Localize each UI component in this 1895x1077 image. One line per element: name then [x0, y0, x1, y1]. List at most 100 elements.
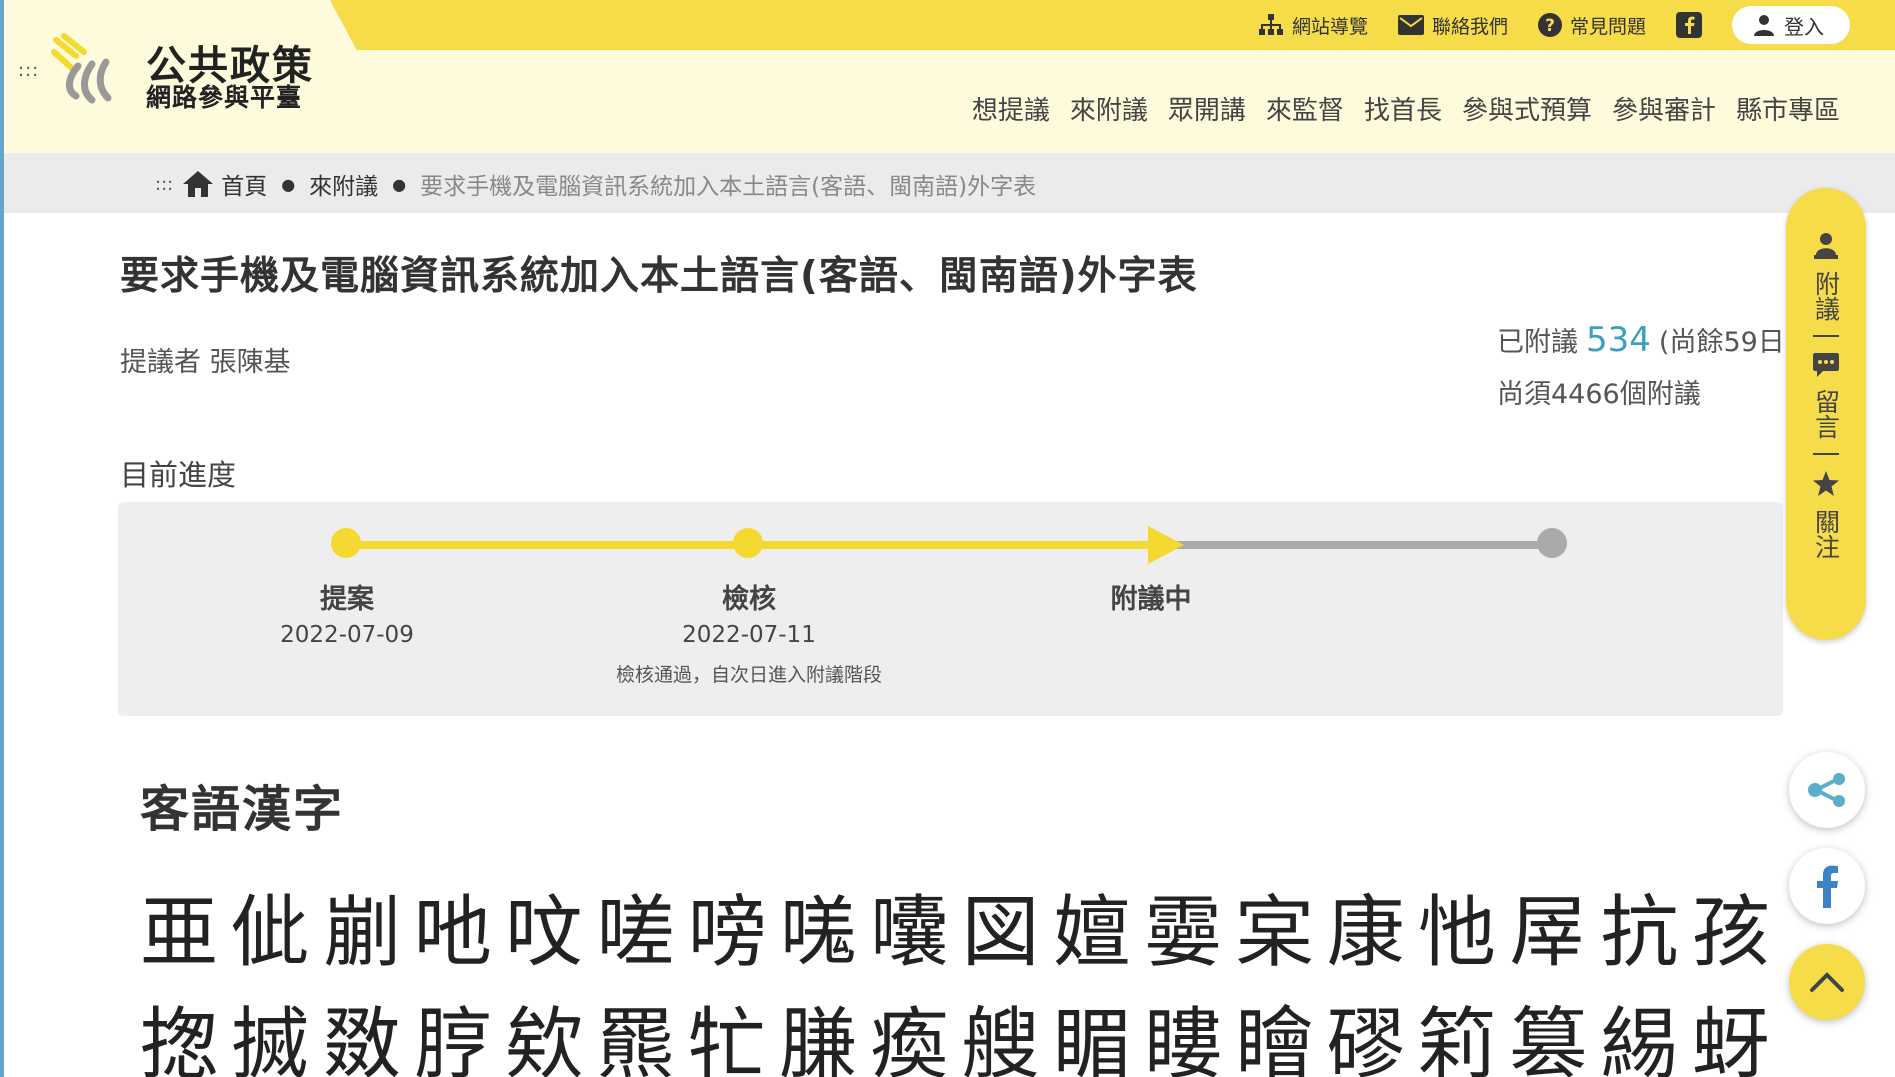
hakka-character: 敪 — [322, 1000, 401, 1077]
hakka-character: 孁 — [1144, 888, 1223, 978]
svg-text:?: ? — [1545, 16, 1555, 36]
hakka-character: 篡 — [1509, 1000, 1588, 1077]
question-icon: ? — [1537, 13, 1562, 37]
facebook-icon — [1817, 865, 1838, 908]
hakka-character: 睸 — [1052, 1000, 1131, 1077]
menu-toggle[interactable]: ::: — [18, 60, 39, 81]
faq-link[interactable]: ? 常見問題 — [1537, 12, 1646, 39]
star-icon — [1813, 471, 1839, 496]
stage-note: 檢核通過，自次日進入附議階段 — [615, 664, 882, 686]
second-action[interactable]: 附議 — [1811, 233, 1841, 321]
share-icon — [1808, 773, 1845, 807]
progress-track-remaining — [1176, 541, 1552, 549]
login-button[interactable]: 登入 — [1732, 6, 1850, 44]
hakka-character: 嗴 — [778, 888, 857, 978]
main-nav: 想提議 來附議 眾開講 來監督 找首長 參與式預算 參與審計 縣市專區 — [972, 90, 1840, 127]
hakka-character: 嬗 — [1052, 888, 1131, 978]
hakka-character: 屖 — [1509, 888, 1588, 978]
login-label: 登入 — [1784, 14, 1824, 39]
hakka-character: 蚜 — [1691, 1000, 1770, 1077]
hakka-character: 嗙 — [687, 888, 766, 978]
hakka-character: 牤 — [687, 1000, 766, 1077]
sitemap-label: 網站導覽 — [1291, 15, 1368, 38]
hakka-character: 孩 — [1691, 888, 1770, 978]
back-to-top-button[interactable] — [1789, 944, 1865, 1020]
breadcrumb-anchor: ::: — [155, 173, 174, 195]
hakka-character: 亜 — [140, 888, 219, 978]
stage-seconding: 附議中 — [1001, 577, 1301, 616]
hakka-character: 嗟 — [596, 888, 675, 978]
character-row-2: 揔 搣 敪 脝 欸 羆 牤 膁 瘓 艘 睸 瞜 瞺 磟 筣 篡 緆 蚜 — [140, 982, 1770, 1077]
breadcrumb-parent[interactable]: 來附議 — [309, 167, 378, 201]
follow-action[interactable]: 關注 — [1811, 471, 1841, 559]
seconded-count: 534 — [1586, 320, 1651, 360]
home-icon — [183, 171, 214, 197]
side-divider — [1813, 453, 1839, 455]
seconded-stats: 已附議 534 (尚餘59日) — [1497, 320, 1795, 360]
facebook-link[interactable] — [1676, 12, 1702, 38]
hakka-character: 呅 — [505, 888, 584, 978]
chevron-up-icon — [1810, 972, 1844, 992]
nav-find-leader[interactable]: 找首長 — [1364, 90, 1442, 127]
hakka-character: 瞺 — [1235, 1000, 1314, 1077]
hakka-character: 磟 — [1326, 1000, 1405, 1077]
hakka-character: 囔 — [870, 888, 949, 978]
progress-node-proposal — [331, 528, 361, 558]
breadcrumb-current: 要求手機及電腦資訊系統加入本土語言(客語、閩南語)外字表 — [420, 174, 1037, 200]
hakka-character: 瘓 — [870, 1000, 949, 1077]
hakka-character: 羆 — [596, 1000, 675, 1077]
stage-date: 2022-07-11 — [682, 622, 816, 648]
site-logo[interactable] — [48, 30, 124, 110]
progress-node-review — [733, 528, 763, 558]
nav-second[interactable]: 來附議 — [1070, 90, 1148, 127]
seconded-label: 已附議 — [1497, 327, 1578, 358]
sitemap-icon — [1258, 14, 1283, 35]
hakka-character: 揔 — [140, 1000, 219, 1077]
hakka-character: 剻 — [322, 888, 401, 978]
hakka-character: 佌 — [231, 888, 310, 978]
comment-action[interactable]: 留言 — [1811, 353, 1841, 439]
hakka-character: 宲 — [1235, 888, 1314, 978]
side-divider — [1813, 335, 1839, 337]
hakka-character: 抗 — [1600, 888, 1679, 978]
share-button[interactable] — [1789, 752, 1865, 828]
breadcrumb-separator: ● — [392, 174, 407, 194]
stage-proposal: 提案 2022-07-09 — [197, 577, 497, 648]
user-icon — [1754, 15, 1774, 36]
facebook-share-button[interactable] — [1789, 848, 1865, 924]
progress-current-arrow — [1148, 526, 1184, 564]
faq-label: 常見問題 — [1569, 15, 1646, 38]
nav-discuss[interactable]: 眾開講 — [1168, 90, 1246, 127]
comment-action-label: 留言 — [1811, 389, 1841, 439]
hakka-character: 緆 — [1600, 1000, 1679, 1077]
nav-supervise[interactable]: 來監督 — [1266, 90, 1344, 127]
sitemap-link[interactable]: 網站導覽 — [1258, 12, 1368, 39]
hakka-character: 欸 — [505, 1000, 584, 1077]
hakka-character: 艘 — [961, 1000, 1040, 1077]
page-title: 要求手機及電腦資訊系統加入本土語言(客語、閩南語)外字表 — [120, 254, 1198, 299]
hakka-character: 図 — [961, 888, 1040, 978]
nav-participatory-audit[interactable]: 參與審計 — [1612, 90, 1716, 127]
hakka-character: 康 — [1326, 888, 1405, 978]
stage-name: 提案 — [320, 584, 374, 615]
facebook-icon — [1676, 12, 1702, 38]
breadcrumb-home[interactable]: 首頁 — [221, 167, 267, 201]
utility-bar: 網站導覽 聯絡我們 ? 常見問題 登入 — [340, 0, 1895, 50]
needed-count: 尚須4466個附議 — [1497, 379, 1701, 410]
stage-date: 2022-07-09 — [280, 622, 414, 648]
breadcrumb: ::: 首頁 ● 來附議 ● 要求手機及電腦資訊系統加入本土語言(客語、閩南語)… — [0, 153, 1895, 213]
proposer: 提議者 張陳基 — [120, 347, 291, 378]
stage-name: 檢核 — [722, 584, 776, 615]
nav-participatory-budget[interactable]: 參與式預算 — [1462, 90, 1592, 127]
character-row-1: 亜 佌 剻 吔 呅 嗟 嗙 嗴 囔 図 嬗 孁 宲 康 忚 屖 抗 孩 — [140, 870, 1770, 982]
hakka-character: 瞜 — [1144, 1000, 1223, 1077]
follow-action-label: 關注 — [1811, 509, 1841, 559]
nav-propose[interactable]: 想提議 — [972, 90, 1050, 127]
contact-link[interactable]: 聯絡我們 — [1397, 12, 1508, 39]
stage-review: 檢核 2022-07-11 檢核通過，自次日進入附議階段 — [599, 577, 899, 687]
remaining-days: (尚餘59日) — [1658, 327, 1796, 358]
second-action-label: 附議 — [1811, 271, 1841, 321]
hakka-character: 搣 — [231, 1000, 310, 1077]
mail-icon — [1397, 15, 1424, 35]
nav-local-area[interactable]: 縣市專區 — [1736, 90, 1840, 127]
